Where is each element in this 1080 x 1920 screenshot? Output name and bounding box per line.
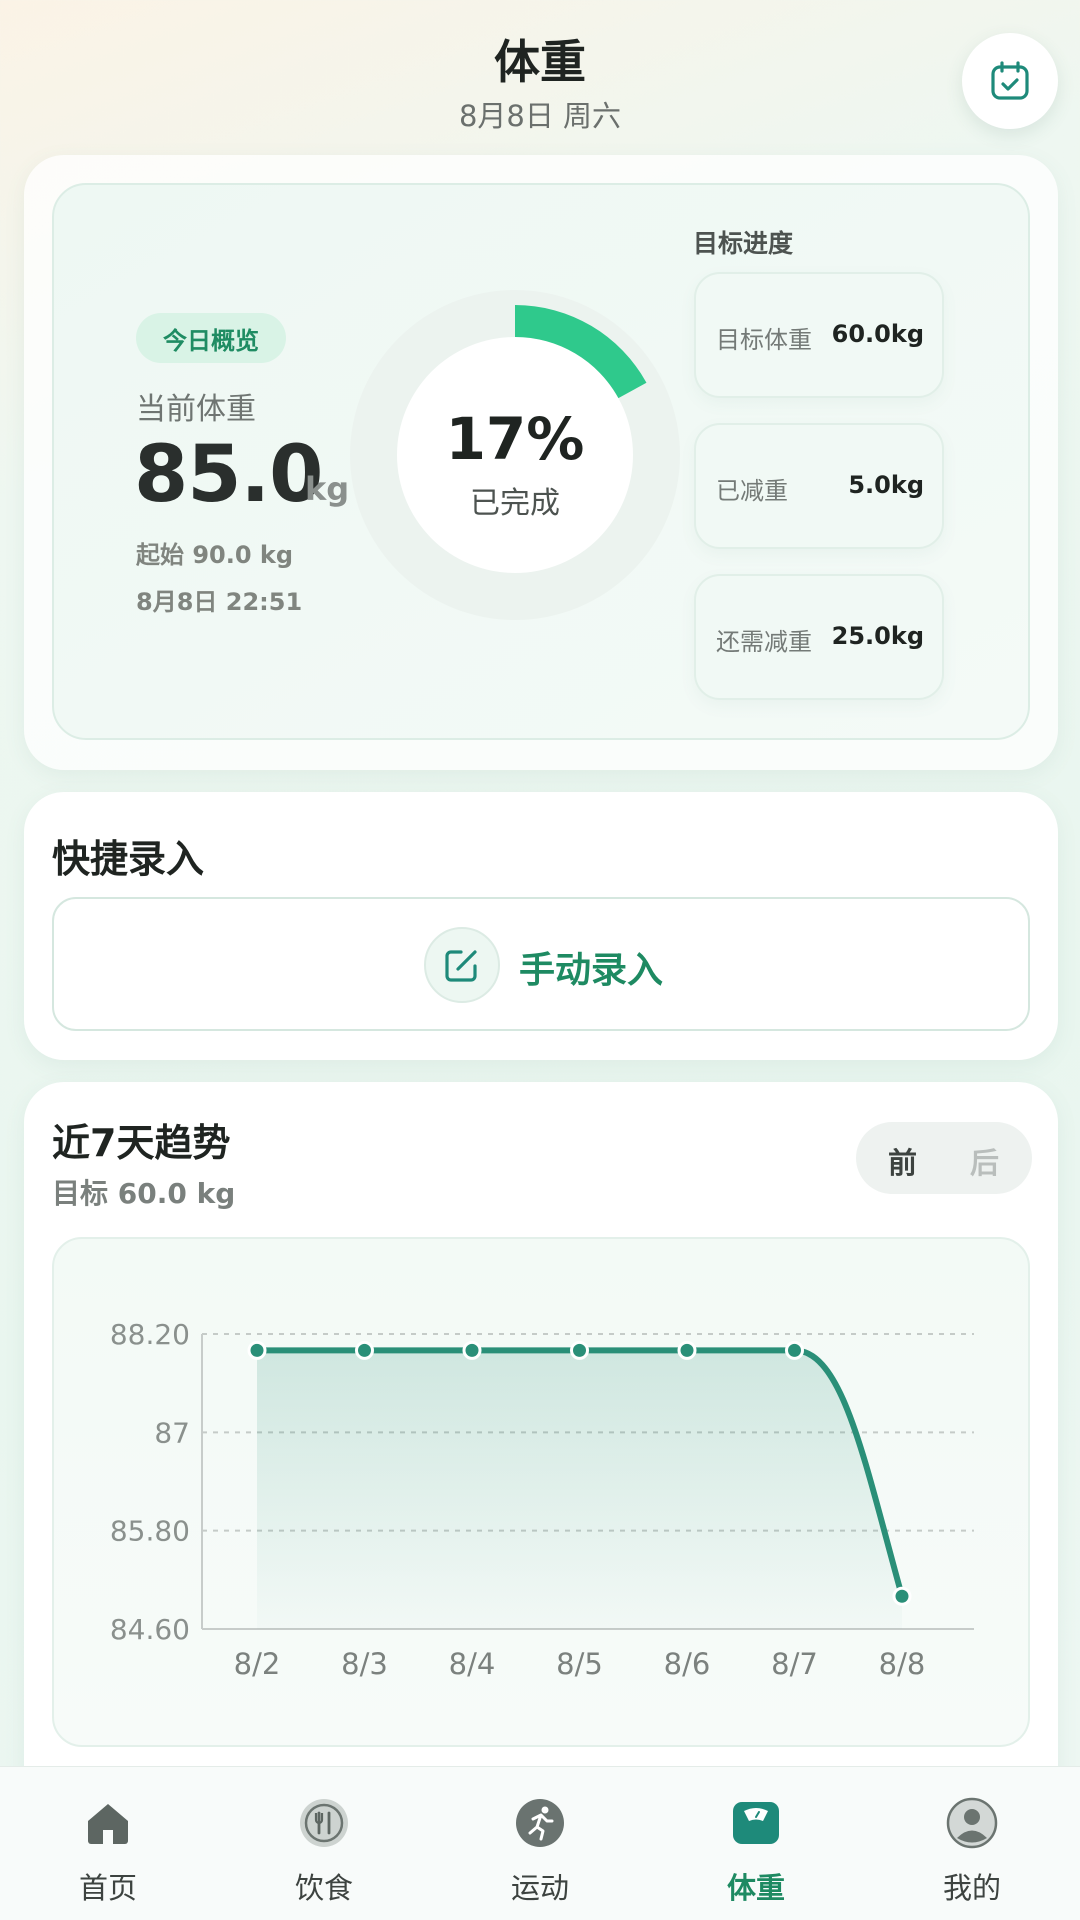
tab-profile-label: 我的 bbox=[942, 1871, 1001, 1905]
goal-target-box: 目标体重 60.0kg bbox=[694, 272, 944, 398]
edit-icon bbox=[424, 927, 500, 1003]
goal-remaining-label: 还需减重 bbox=[716, 628, 812, 656]
tab-exercise-label: 运动 bbox=[510, 1871, 569, 1905]
trend-target-text: 目标 60.0 kg bbox=[52, 1177, 236, 1210]
progress-percent: 17% bbox=[445, 405, 585, 473]
calendar-check-icon bbox=[991, 61, 1029, 100]
goal-lost-label: 已减重 bbox=[716, 477, 788, 505]
goal-remaining-value: 25.0kg bbox=[831, 622, 924, 650]
data-point bbox=[785, 1340, 804, 1360]
goal-target-value: 60.0kg bbox=[831, 320, 924, 348]
home-icon bbox=[88, 1804, 128, 1844]
current-weight-value: 85.0 bbox=[134, 430, 323, 520]
bottom-tab-bar: 首页 饮食 运动 体重 我的 bbox=[0, 1766, 1080, 1920]
current-weight-label: 当前体重 bbox=[136, 392, 256, 427]
header: 体重 8月8日 周六 bbox=[0, 0, 1080, 150]
data-point bbox=[892, 1586, 912, 1606]
quick-entry-card: 快捷录入 手动录入 bbox=[24, 792, 1058, 1060]
series-area bbox=[257, 1350, 902, 1629]
next-period-button[interactable]: 后 bbox=[970, 1140, 999, 1182]
tab-home-label: 首页 bbox=[78, 1871, 137, 1905]
manual-entry-label: 手动录入 bbox=[519, 950, 664, 991]
running-icon bbox=[516, 1799, 564, 1847]
y-tick-label: 84.60 bbox=[110, 1613, 190, 1646]
start-weight-text: 起始 90.0 kg bbox=[136, 541, 294, 569]
goal-target-label: 目标体重 bbox=[716, 326, 812, 354]
y-tick-label: 88.20 bbox=[110, 1318, 190, 1351]
manual-entry-button[interactable]: 手动录入 bbox=[52, 897, 1030, 1031]
tab-diet[interactable]: 饮食 bbox=[216, 1767, 432, 1920]
record-time-text: 8月8日 22:51 bbox=[136, 588, 303, 616]
y-tick-label: 87 bbox=[154, 1416, 190, 1449]
trend-title: 近7天趋势 bbox=[52, 1121, 231, 1165]
today-overview-badge: 今日概览 bbox=[136, 313, 286, 363]
tab-home[interactable]: 首页 bbox=[0, 1767, 216, 1920]
data-point bbox=[570, 1340, 589, 1360]
goal-lost-box: 已减重 5.0kg bbox=[694, 423, 944, 549]
tab-diet-label: 饮食 bbox=[294, 1871, 353, 1905]
x-tick-label: 8/7 bbox=[771, 1647, 818, 1681]
goal-remaining-box: 还需减重 25.0kg bbox=[694, 574, 944, 700]
trend-chart-panel: 84.60 85.80 87 88.20 8/2 8/3 8/4 8/5 8/6 8/7 8/8 bbox=[52, 1237, 1030, 1747]
x-tick-label: 8/3 bbox=[341, 1647, 388, 1681]
user-icon bbox=[946, 1797, 998, 1849]
x-tick-label: 8/4 bbox=[449, 1647, 496, 1681]
progress-done-label: 已完成 bbox=[470, 486, 560, 521]
calendar-button[interactable] bbox=[962, 33, 1058, 129]
prev-period-button[interactable]: 前 bbox=[888, 1140, 917, 1182]
goal-progress-heading: 目标进度 bbox=[693, 229, 794, 258]
x-tick-label: 8/5 bbox=[556, 1647, 603, 1681]
utensils-icon bbox=[300, 1799, 348, 1847]
data-point bbox=[247, 1340, 267, 1360]
trend-chart: 84.60 85.80 87 88.20 8/2 8/3 8/4 8/5 8/6 8/7 8/8 bbox=[110, 1318, 974, 1681]
data-point bbox=[462, 1340, 482, 1360]
tab-profile[interactable]: 我的 bbox=[864, 1767, 1080, 1920]
tab-weight[interactable]: 体重 bbox=[648, 1767, 864, 1920]
scale-icon bbox=[733, 1802, 779, 1844]
tab-weight-label: 体重 bbox=[726, 1871, 785, 1905]
page-date: 8月8日 周六 bbox=[458, 99, 622, 133]
period-toggle: 前 后 bbox=[856, 1122, 1032, 1194]
x-tick-label: 8/6 bbox=[664, 1647, 711, 1681]
data-point bbox=[677, 1340, 697, 1360]
quick-entry-title: 快捷录入 bbox=[52, 837, 205, 881]
goal-lost-value: 5.0kg bbox=[848, 471, 924, 499]
page-title: 体重 bbox=[494, 35, 586, 89]
tab-exercise[interactable]: 运动 bbox=[432, 1767, 648, 1920]
y-tick-label: 85.80 bbox=[110, 1515, 190, 1548]
x-tick-label: 8/2 bbox=[234, 1647, 281, 1681]
x-tick-label: 8/8 bbox=[879, 1647, 926, 1681]
data-point bbox=[355, 1340, 374, 1360]
